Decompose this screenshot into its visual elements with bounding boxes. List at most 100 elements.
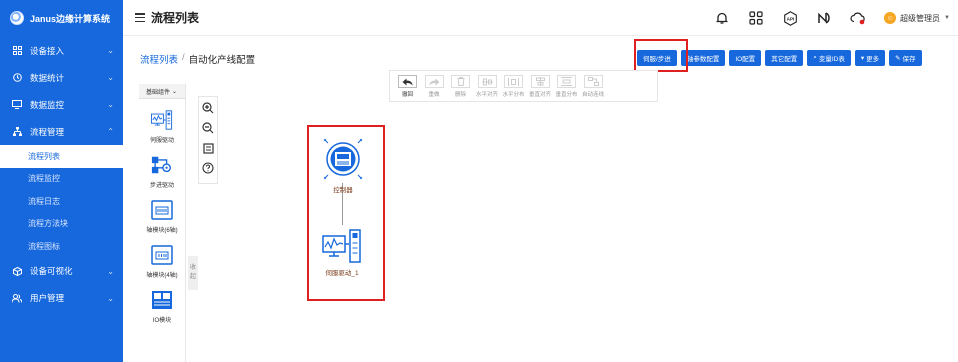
highlight-box-servo-button xyxy=(634,39,688,72)
users-icon xyxy=(12,293,22,303)
io-config-button[interactable]: IO配置 xyxy=(729,50,762,66)
sidebar-item-label: 设备可视化 xyxy=(30,266,73,276)
sidebar-item-device-visualization[interactable]: 设备可视化 ⌄ xyxy=(0,258,123,285)
user-menu[interactable]: ☺ 超级管理员 ▼ xyxy=(884,12,950,24)
sidebar-menu: 设备接入 ⌄ 数据统计 ⌄ 数据监控 ⌄ 流程管理 ⌃ 流程列表 流程监控 流程… xyxy=(0,37,123,312)
auto-connect-icon xyxy=(583,75,603,88)
component-axis-module-6[interactable]: 轴模块(6轴) xyxy=(139,199,185,234)
sidebar: Janus边缘计算系统 设备接入 ⌄ 数据统计 ⌄ 数据监控 ⌄ 流程管理 ⌃ … xyxy=(0,0,123,362)
breadcrumb-link-flow-list[interactable]: 流程列表 xyxy=(140,52,178,66)
flow-icon xyxy=(12,127,22,137)
align-horizontal-icon xyxy=(477,75,497,88)
chevron-down-icon: ⌄ xyxy=(107,73,114,82)
axis-module-icon xyxy=(151,199,173,221)
save-label: 保存 xyxy=(902,56,916,63)
redo-tool[interactable]: 重做 xyxy=(423,71,446,98)
align-vertical-icon xyxy=(530,75,550,88)
component-stepper-drive[interactable]: 步进驱动 xyxy=(139,154,185,189)
component-servo-drive[interactable]: 伺服驱动 xyxy=(139,109,185,144)
chevron-down-icon: ⌄ xyxy=(107,293,114,303)
variable-id-table-label: 变量ID表 xyxy=(818,56,845,63)
more-label: 更多 xyxy=(866,56,880,63)
caret-down-icon: ▼ xyxy=(944,15,950,21)
sidebar-item-user-management[interactable]: 用户管理 ⌄ xyxy=(0,285,123,312)
sidebar-item-label: 数据监控 xyxy=(30,99,65,110)
undo-label: 撤回 xyxy=(401,92,413,98)
sidebar-subitem-flow-monitor[interactable]: 流程监控 xyxy=(0,168,123,191)
chevron-down-icon: ⌄ xyxy=(107,46,114,55)
sidebar-subitem-flow-method-block[interactable]: 流程方法块 xyxy=(0,213,123,236)
collapse-char: 收 xyxy=(189,265,196,271)
sidebar-item-flow-management[interactable]: 流程管理 ⌃ xyxy=(0,118,123,145)
distribute-vertical-tool[interactable]: 垂直分布 xyxy=(555,71,578,98)
edit-icon: ✎ xyxy=(895,55,901,62)
redo-icon xyxy=(424,75,444,88)
sidebar-subitem-flow-list[interactable]: 流程列表 xyxy=(0,145,123,168)
undo-tool[interactable]: 撤回 xyxy=(396,71,419,98)
trash-icon xyxy=(451,75,470,88)
sidebar-subitem-flow-icon[interactable]: 流程图标 xyxy=(0,235,123,258)
stepper-drive-icon xyxy=(151,154,173,176)
search-icon: ⌕ xyxy=(813,54,817,61)
chevron-down-icon: ⌄ xyxy=(107,266,114,276)
panel-collapse-toggle[interactable]: 收 起 xyxy=(188,256,198,290)
svg-text:API: API xyxy=(786,16,794,21)
fit-view-icon[interactable] xyxy=(201,141,215,155)
apps-icon[interactable] xyxy=(748,10,764,26)
collapse-char: 起 xyxy=(189,274,196,280)
zoom-out-icon[interactable] xyxy=(201,121,215,135)
distribute-vertical-icon xyxy=(557,75,576,88)
align-vertical-label: 垂直对齐 xyxy=(528,92,551,98)
component-io-module[interactable]: IO模块 xyxy=(139,289,185,324)
api-icon[interactable]: API xyxy=(782,10,798,26)
sidebar-subitem-flow-log[interactable]: 流程日志 xyxy=(0,190,123,213)
panel-header[interactable]: 基础组件 ⌄ xyxy=(139,84,185,99)
save-button[interactable]: ✎ 保存 xyxy=(889,50,922,66)
user-name: 超级管理员 xyxy=(900,13,941,23)
undo-icon xyxy=(398,75,417,88)
sidebar-item-label: 设备接入 xyxy=(30,45,65,56)
cloud-icon[interactable] xyxy=(850,10,866,26)
component-label: 轴模块(6轴) xyxy=(146,228,178,234)
page-title: 流程列表 xyxy=(151,11,200,25)
component-label: 伺服驱动 xyxy=(149,138,174,144)
sidebar-item-monitor[interactable]: 数据监控 ⌄ xyxy=(0,91,123,118)
distribute-horizontal-tool[interactable]: 水平分布 xyxy=(502,71,525,98)
highlight-box-canvas-nodes xyxy=(307,125,385,301)
help-icon[interactable] xyxy=(201,161,215,175)
sidebar-item-statistics[interactable]: 数据统计 ⌄ xyxy=(0,64,123,91)
delete-label: 删除 xyxy=(454,92,466,98)
component-axis-module-4[interactable]: 轴模块(4轴) xyxy=(139,244,185,279)
delete-tool[interactable]: 删除 xyxy=(449,71,472,98)
canvas-toolbar: 撤回 重做 删除 水平对齐 水平分布 垂直对齐 垂直分布 自动连线 xyxy=(389,70,658,102)
bell-icon[interactable] xyxy=(714,10,730,26)
auto-connect-tool[interactable]: 自动连线 xyxy=(582,71,605,98)
grid-icon xyxy=(12,46,22,56)
zoom-controls xyxy=(198,96,218,184)
zoom-in-icon[interactable] xyxy=(201,101,215,115)
nfc-icon[interactable] xyxy=(816,10,832,26)
more-button[interactable]: ▾ 更多 xyxy=(854,50,886,66)
sidebar-item-label: 用户管理 xyxy=(30,293,65,303)
brand: Janus边缘计算系统 xyxy=(0,0,123,36)
menu-fold-icon[interactable] xyxy=(135,13,145,22)
header-toolbar: API ☺ 超级管理员 ▼ xyxy=(714,0,958,36)
breadcrumb: 流程列表 / 自动化产线配置 xyxy=(140,52,255,66)
chevron-up-icon: ⌃ xyxy=(107,127,114,136)
distribute-horizontal-label: 水平分布 xyxy=(502,92,525,98)
logo-icon xyxy=(10,11,24,25)
monitor-icon xyxy=(12,100,22,110)
breadcrumb-current: 自动化产线配置 xyxy=(188,55,256,66)
align-vertical-tool[interactable]: 垂直对齐 xyxy=(529,71,552,98)
other-config-button[interactable]: 其它配置 xyxy=(765,50,804,66)
top-header: 流程列表 API ☺ 超级管理员 ▼ xyxy=(123,0,958,36)
clock-icon xyxy=(12,73,22,83)
distribute-horizontal-icon xyxy=(504,75,523,88)
align-horizontal-tool[interactable]: 水平对齐 xyxy=(476,71,499,98)
sidebar-item-device-access[interactable]: 设备接入 ⌄ xyxy=(0,37,123,64)
cube-icon xyxy=(12,266,22,276)
component-label: 轴模块(4轴) xyxy=(146,273,178,279)
chevron-down-icon: ⌄ xyxy=(172,88,178,95)
component-label: IO模块 xyxy=(152,318,172,324)
variable-id-table-button[interactable]: ⌕ 变量ID表 xyxy=(807,50,851,66)
